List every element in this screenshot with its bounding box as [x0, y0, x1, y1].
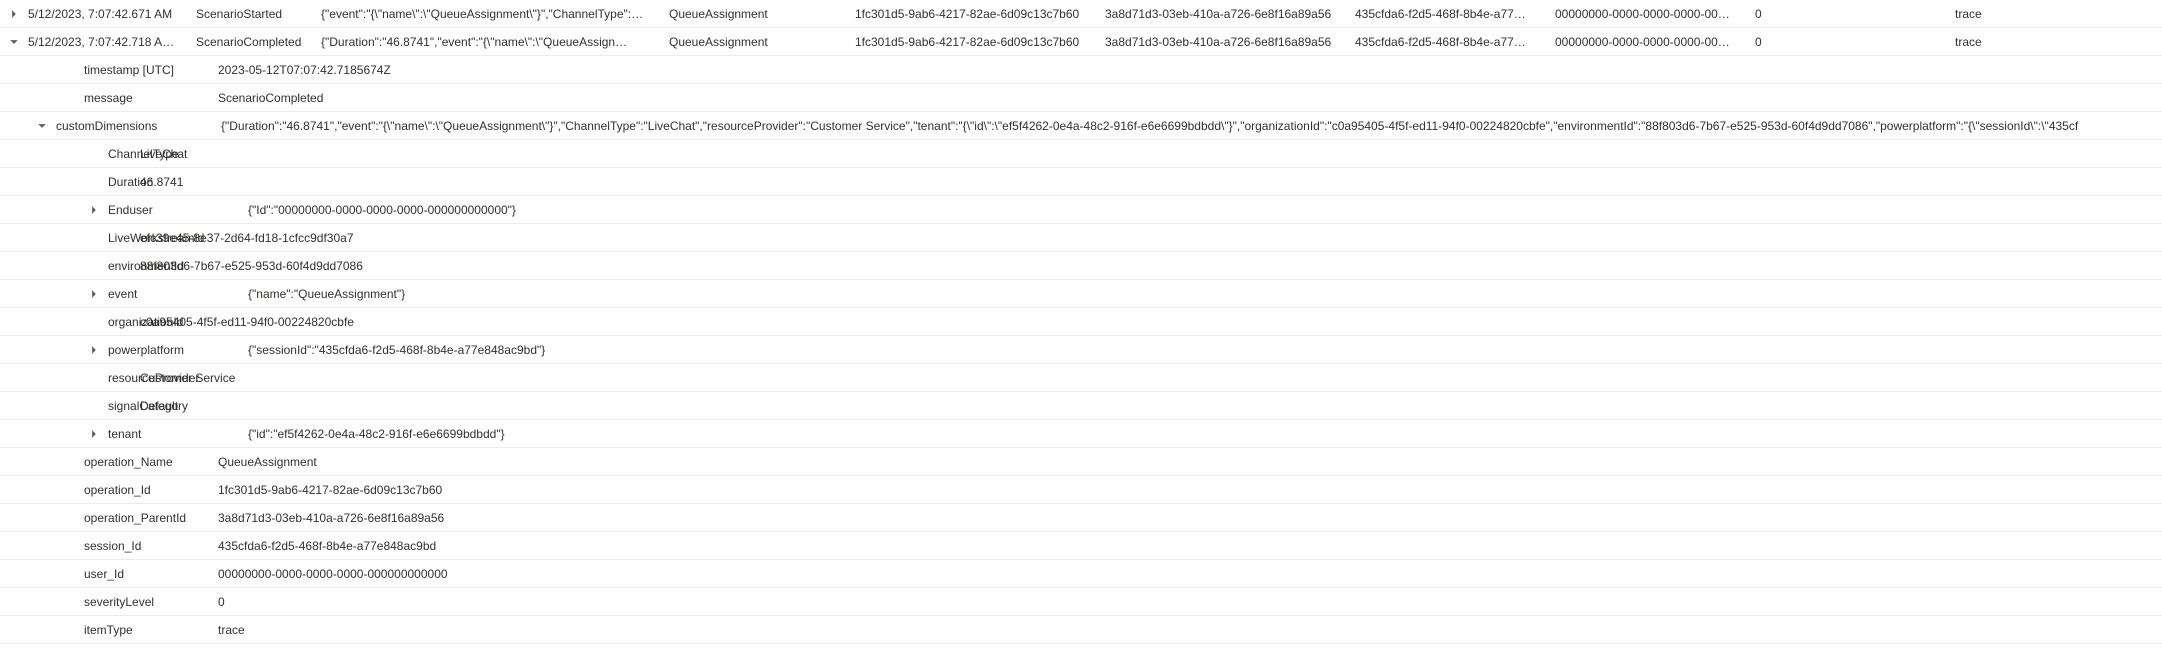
cell-sessionid: 435cfda6-f2d5-468f-8b4e-a77…	[1355, 7, 1555, 21]
detail-row-event[interactable]: event {"name":"QueueAssignment"}	[0, 280, 2162, 308]
chevron-down-icon	[9, 37, 19, 47]
cell-message: ScenarioCompleted	[196, 35, 321, 49]
expand-chevron[interactable]	[80, 429, 108, 439]
detail-value: 1fc301d5-9ab6-4217-82ae-6d09c13c7b60	[188, 483, 2162, 497]
detail-label: Enduser	[108, 203, 218, 217]
detail-label: powerplatform	[108, 343, 218, 357]
detail-row-timestamp: timestamp [UTC] 2023-05-12T07:07:42.7185…	[0, 56, 2162, 84]
chevron-right-icon	[89, 289, 99, 299]
cell-parentid: 3a8d71d3-03eb-410a-a726-6e8f16a89a56	[1105, 35, 1355, 49]
detail-label: itemType	[28, 623, 188, 637]
cell-userid: 00000000-0000-0000-0000-00…	[1555, 7, 1755, 21]
detail-row-message: message ScenarioCompleted	[0, 84, 2162, 112]
expand-chevron[interactable]	[0, 9, 28, 19]
detail-label: signalCategory	[0, 399, 110, 413]
table-row[interactable]: 5/12/2023, 7:07:42.671 AM ScenarioStarte…	[0, 0, 2162, 28]
cell-timestamp: 5/12/2023, 7:07:42.671 AM	[28, 7, 196, 21]
detail-value: Default	[110, 399, 2162, 413]
expand-chevron[interactable]	[0, 37, 28, 47]
detail-row-liveworkstreamid: LiveWorkstreamId efc39e45-8e37-2d64-fd18…	[0, 224, 2162, 252]
detail-row-duration: Duration 46.8741	[0, 168, 2162, 196]
cell-opid: 1fc301d5-9ab6-4217-82ae-6d09c13c7b60	[855, 7, 1105, 21]
detail-row-operationparentid: operation_ParentId 3a8d71d3-03eb-410a-a7…	[0, 504, 2162, 532]
detail-value: c0a95405-4f5f-ed11-94f0-00224820cbfe	[110, 315, 2162, 329]
detail-value: trace	[188, 623, 2162, 637]
detail-value: 3a8d71d3-03eb-410a-a726-6e8f16a89a56	[188, 511, 2162, 525]
cell-dimensions: {"event":"{\"name\":\"QueueAssignment\"}…	[321, 7, 669, 21]
detail-row-customdimensions[interactable]: customDimensions {"Duration":"46.8741","…	[0, 112, 2162, 140]
detail-label: customDimensions	[56, 119, 191, 133]
detail-value: 2023-05-12T07:07:42.7185674Z	[188, 63, 2162, 77]
detail-row-severitylevel: severityLevel 0	[0, 588, 2162, 616]
cell-opname: QueueAssignment	[669, 35, 855, 49]
detail-row-sessionid: session_Id 435cfda6-f2d5-468f-8b4e-a77e8…	[0, 532, 2162, 560]
cell-dimensions: {"Duration":"46.8741","event":"{\"name\"…	[321, 35, 669, 49]
detail-row-signalcategory: signalCategory Default	[0, 392, 2162, 420]
detail-value: 00000000-0000-0000-0000-000000000000	[188, 567, 2162, 581]
table-row[interactable]: 5/12/2023, 7:07:42.718 A… ScenarioComple…	[0, 28, 2162, 56]
detail-value: efc39e45-8e37-2d64-fd18-1cfcc9df30a7	[110, 231, 2162, 245]
detail-label: ChannelType	[0, 147, 110, 161]
cell-message: ScenarioStarted	[196, 7, 321, 21]
chevron-down-icon	[37, 121, 47, 131]
expand-chevron[interactable]	[28, 121, 56, 131]
detail-label: environmentId	[0, 259, 110, 273]
detail-value: ScenarioCompleted	[188, 91, 2162, 105]
detail-label: LiveWorkstreamId	[0, 231, 110, 245]
detail-row-tenant[interactable]: tenant {"id":"ef5f4262-0e4a-48c2-916f-e6…	[0, 420, 2162, 448]
detail-row-operationid: operation_Id 1fc301d5-9ab6-4217-82ae-6d0…	[0, 476, 2162, 504]
detail-value: 0	[188, 595, 2162, 609]
expand-chevron[interactable]	[80, 345, 108, 355]
detail-label: user_Id	[28, 567, 188, 581]
chevron-right-icon	[89, 205, 99, 215]
cell-severity: 0	[1755, 35, 1955, 49]
detail-row-environmentid: environmentId 88f803d6-7b67-e525-953d-60…	[0, 252, 2162, 280]
cell-parentid: 3a8d71d3-03eb-410a-a726-6e8f16a89a56	[1105, 7, 1355, 21]
cell-opid: 1fc301d5-9ab6-4217-82ae-6d09c13c7b60	[855, 35, 1105, 49]
detail-row-enduser[interactable]: Enduser {"Id":"00000000-0000-0000-0000-0…	[0, 196, 2162, 224]
detail-value: LiveChat	[110, 147, 2162, 161]
detail-row-channeltype: ChannelType LiveChat	[0, 140, 2162, 168]
detail-label: resourceProvider	[0, 371, 110, 385]
cell-itemtype: trace	[1955, 35, 2075, 49]
cell-timestamp: 5/12/2023, 7:07:42.718 A…	[28, 35, 196, 49]
detail-value: Customer Service	[110, 371, 2162, 385]
detail-label: message	[28, 91, 188, 105]
detail-value: {"id":"ef5f4262-0e4a-48c2-916f-e6e6699bd…	[218, 427, 2162, 441]
detail-value: 435cfda6-f2d5-468f-8b4e-a77e848ac9bd	[188, 539, 2162, 553]
cell-sessionid: 435cfda6-f2d5-468f-8b4e-a77…	[1355, 35, 1555, 49]
chevron-right-icon	[89, 429, 99, 439]
detail-value: 88f803d6-7b67-e525-953d-60f4d9dd7086	[110, 259, 2162, 273]
detail-row-resourceprovider: resourceProvider Customer Service	[0, 364, 2162, 392]
detail-value: {"Duration":"46.8741","event":"{\"name\"…	[191, 119, 2162, 133]
detail-value: 46.8741	[110, 175, 2162, 189]
detail-label: timestamp [UTC]	[28, 63, 188, 77]
detail-label: operation_Id	[28, 483, 188, 497]
detail-row-operationname: operation_Name QueueAssignment	[0, 448, 2162, 476]
detail-label: operation_ParentId	[28, 511, 188, 525]
detail-label: operation_Name	[28, 455, 188, 469]
cell-itemtype: trace	[1955, 7, 2075, 21]
detail-value: {"sessionId":"435cfda6-f2d5-468f-8b4e-a7…	[218, 343, 2162, 357]
expand-chevron[interactable]	[80, 205, 108, 215]
detail-row-itemtype: itemType trace	[0, 616, 2162, 644]
detail-value: {"Id":"00000000-0000-0000-0000-000000000…	[218, 203, 2162, 217]
cell-severity: 0	[1755, 7, 1955, 21]
detail-label: event	[108, 287, 218, 301]
detail-row-organizationid: organizationId c0a95405-4f5f-ed11-94f0-0…	[0, 308, 2162, 336]
detail-label: Duration	[0, 175, 110, 189]
detail-label: severityLevel	[28, 595, 188, 609]
cell-opname: QueueAssignment	[669, 7, 855, 21]
detail-label: session_Id	[28, 539, 188, 553]
expand-chevron[interactable]	[80, 289, 108, 299]
detail-row-userid: user_Id 00000000-0000-0000-0000-00000000…	[0, 560, 2162, 588]
detail-row-powerplatform[interactable]: powerplatform {"sessionId":"435cfda6-f2d…	[0, 336, 2162, 364]
detail-value: {"name":"QueueAssignment"}	[218, 287, 2162, 301]
chevron-right-icon	[9, 9, 19, 19]
detail-value: QueueAssignment	[188, 455, 2162, 469]
detail-label: tenant	[108, 427, 218, 441]
chevron-right-icon	[89, 345, 99, 355]
cell-userid: 00000000-0000-0000-0000-00…	[1555, 35, 1755, 49]
detail-label: organizationId	[0, 315, 110, 329]
